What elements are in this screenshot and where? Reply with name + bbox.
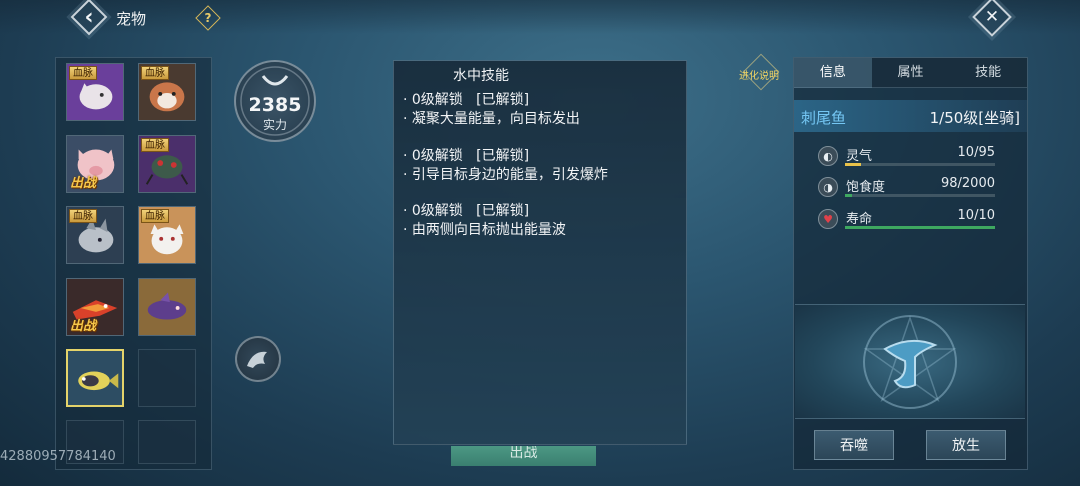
pet-emblem-area [795,304,1025,419]
info-tabs: 信息 属性 技能 [794,58,1028,88]
help-icon[interactable]: ? [199,9,217,27]
stat-bar [845,194,995,197]
food-icon: ◑ [818,177,838,197]
back-icon[interactable]: ‹ [76,4,102,30]
spirit-icon: ◐ [818,146,838,166]
tab-skills[interactable]: 技能 [949,58,1028,88]
skill-description: · 由两侧向目标抛出能量波 [403,222,566,238]
skill-unlock-line: · 0级解锁 [已解锁] [403,92,530,108]
stat-label: 灵气 [846,149,873,164]
skill-description: · 引导目标身边的能量，引发爆炸 [403,167,608,183]
skill-description: · 凝聚大量能量，向目标发出 [403,111,580,127]
skill-unlock-line: · 0级解锁 [已解锁] [403,203,530,219]
pet-slot-empty[interactable] [138,349,196,407]
yellow-fish-portrait [68,351,122,405]
top-bar [0,0,1080,34]
bloodline-tag: 血脉 [141,138,169,152]
pet-level: 1/50级[坐骑] [929,109,1020,127]
release-button[interactable]: 放生 [926,430,1006,460]
deploy-button[interactable]: 出战 [451,446,596,466]
skill-unlock-line: · 0级解锁 [已解锁] [403,148,530,164]
power-label: 实力 [262,118,287,132]
purple-shark-portrait [139,279,195,335]
pet-slot-selected[interactable] [66,349,124,407]
dragon-icon [247,351,267,368]
stat-value: 10/95 [957,145,995,160]
bloodline-tag: 血脉 [69,209,97,223]
pet-slot[interactable]: 血脉 [66,206,124,264]
heart-icon: ♥ [818,209,838,229]
pet-element-emblem-icon [863,315,957,409]
pet-slot[interactable]: 出战 [66,278,124,336]
power-value: 2385 [248,94,302,116]
pet-slot[interactable]: 血脉 [138,206,196,264]
bloodline-tag: 血脉 [141,209,169,223]
tab-attributes[interactable]: 属性 [871,58,950,88]
pet-slot[interactable]: 血脉 [138,63,196,121]
stat-bar [845,226,995,229]
bloodline-tag: 血脉 [69,66,97,80]
pet-name: 刺尾鱼 [801,109,847,127]
pet-slot[interactable]: 血脉 [66,63,124,121]
pet-slot[interactable]: 血脉 [138,135,196,193]
devour-button[interactable]: 吞噬 [814,430,894,460]
page-title: 宠物 [116,10,147,28]
pet-slot[interactable] [138,278,196,336]
stat-value: 98/2000 [940,176,995,191]
bloodline-tag: 血脉 [141,66,169,80]
user-id: 42880957784140 [0,449,116,464]
stat-value: 10/10 [957,208,995,223]
close-icon[interactable]: ✕ [978,3,1006,31]
stat-label: 寿命 [846,212,873,227]
evolution-link[interactable]: 进化说明 [739,67,779,82]
stat-bar [845,163,995,166]
tab-info[interactable]: 信息 [794,58,872,88]
dragon-emblem-icon[interactable] [235,336,281,382]
skill-panel-title: 水中技能 [453,68,509,84]
deployed-tag: 出战 [70,319,97,334]
deployed-tag: 出战 [70,176,97,191]
stat-label: 饱食度 [846,180,886,195]
pet-slot[interactable]: 出战 [66,135,124,193]
pet-slot-empty[interactable] [138,420,196,464]
